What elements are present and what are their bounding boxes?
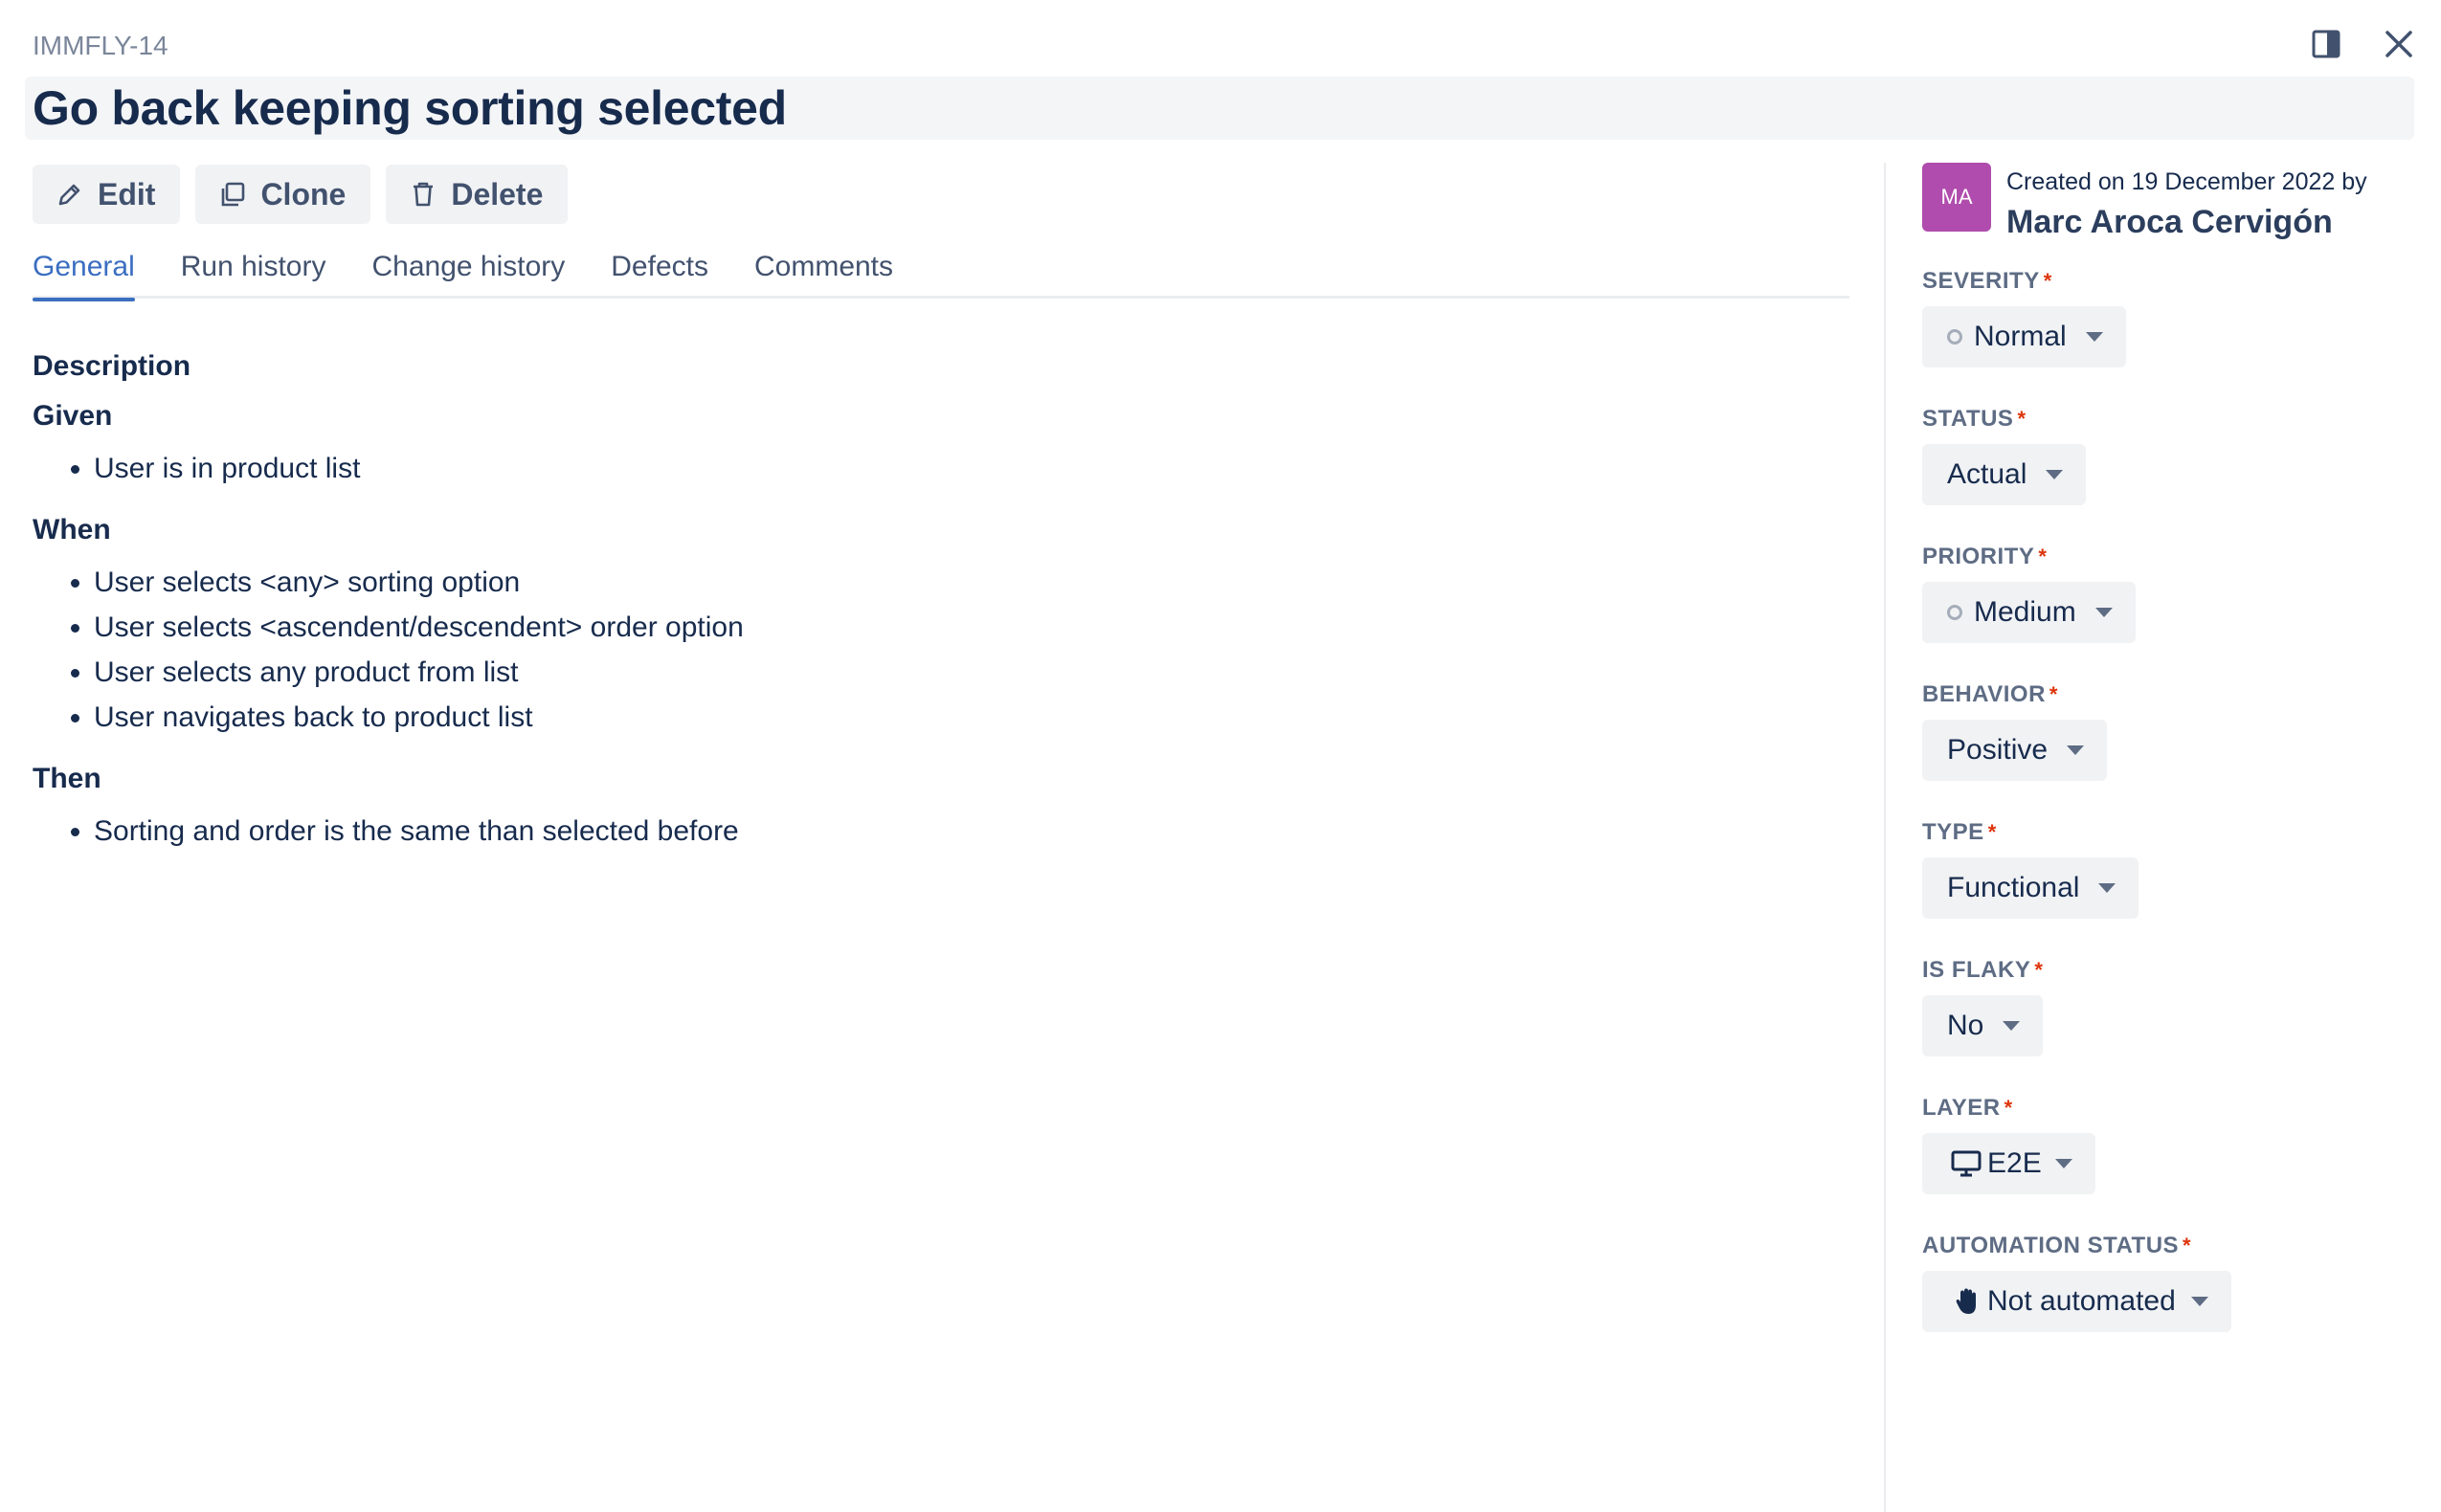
field-priority: PRIORITY * Medium bbox=[1922, 540, 2420, 678]
layer-dropdown[interactable]: E2E bbox=[1922, 1133, 2095, 1194]
trash-icon bbox=[409, 180, 437, 209]
layer-value: E2E bbox=[1987, 1147, 2042, 1179]
window-controls bbox=[2307, 25, 2418, 63]
issue-title: Go back keeping sorting selected bbox=[33, 81, 787, 135]
behavior-dropdown[interactable]: Positive bbox=[1922, 720, 2108, 781]
tab-run-history[interactable]: Run history bbox=[181, 247, 326, 299]
field-is-flaky: IS FLAKY * No bbox=[1922, 953, 2420, 1091]
chevron-down-icon bbox=[2003, 1021, 2021, 1031]
chevron-down-icon bbox=[2190, 1297, 2208, 1306]
then-list: Sorting and order is the same than selec… bbox=[33, 809, 1813, 854]
field-status: STATUS * Actual bbox=[1922, 402, 2420, 540]
automation-status-dropdown[interactable]: Not automated bbox=[1922, 1271, 2231, 1332]
field-automation-status: AUTOMATION STATUS * Not automated bbox=[1922, 1229, 2420, 1367]
required-marker: * bbox=[2017, 407, 2027, 431]
copy-icon bbox=[218, 180, 247, 209]
pencil-icon bbox=[56, 180, 84, 209]
circle-outline-icon bbox=[1947, 605, 1962, 620]
section-title-given: Given bbox=[33, 400, 113, 432]
created-date-text: Created on 19 December 2022 by bbox=[2006, 168, 2367, 195]
delete-button[interactable]: Delete bbox=[386, 165, 569, 224]
list-item: Sorting and order is the same than selec… bbox=[71, 809, 1813, 854]
avatar: MA bbox=[1922, 163, 1991, 232]
required-marker: * bbox=[2004, 1096, 2013, 1120]
monitor-icon bbox=[1951, 1149, 1982, 1178]
section-title-then: Then bbox=[33, 763, 101, 794]
clone-label: Clone bbox=[260, 176, 347, 211]
tab-bar: General Run history Change history Defec… bbox=[33, 247, 1849, 301]
is-flaky-dropdown[interactable]: No bbox=[1922, 995, 2044, 1056]
priority-dropdown[interactable]: Medium bbox=[1922, 582, 2136, 643]
edit-button[interactable]: Edit bbox=[33, 165, 181, 224]
priority-value: Medium bbox=[1974, 596, 2076, 628]
action-toolbar: Edit Clone Delete bbox=[33, 165, 569, 224]
field-label-is-flaky: IS FLAKY bbox=[1922, 957, 2031, 983]
panel-divider bbox=[1884, 163, 1886, 1512]
field-label-severity: SEVERITY bbox=[1922, 268, 2040, 294]
circle-outline-icon bbox=[1947, 329, 1962, 345]
status-value: Actual bbox=[1947, 458, 2027, 490]
behavior-value: Positive bbox=[1947, 734, 2049, 766]
required-marker: * bbox=[2183, 1234, 2192, 1257]
field-layer: LAYER * E2E bbox=[1922, 1091, 2420, 1229]
list-item: User selects <ascendent/descendent> orde… bbox=[71, 605, 1813, 650]
when-list: User selects <any> sorting option User s… bbox=[33, 560, 1813, 740]
field-severity: SEVERITY * Normal bbox=[1922, 264, 2420, 402]
type-value: Functional bbox=[1947, 872, 2080, 903]
required-marker: * bbox=[2049, 682, 2058, 706]
list-item: User selects any product from list bbox=[71, 650, 1813, 695]
chevron-down-icon bbox=[2046, 470, 2064, 479]
tab-comments[interactable]: Comments bbox=[754, 247, 893, 299]
field-label-layer: LAYER bbox=[1922, 1095, 2001, 1121]
given-list: User is in product list bbox=[33, 446, 1813, 491]
close-icon[interactable] bbox=[2380, 25, 2418, 63]
given-section: Given User is in product list bbox=[33, 400, 1813, 491]
automation-status-value: Not automated bbox=[1987, 1285, 2176, 1317]
section-title-when: When bbox=[33, 514, 111, 545]
required-marker: * bbox=[1987, 820, 1997, 844]
clone-button[interactable]: Clone bbox=[195, 165, 371, 224]
required-marker: * bbox=[2034, 958, 2044, 982]
field-label-status: STATUS bbox=[1922, 406, 2014, 432]
delete-label: Delete bbox=[451, 176, 544, 211]
list-item: User is in product list bbox=[71, 446, 1813, 491]
field-type: TYPE * Functional bbox=[1922, 815, 2420, 953]
chevron-down-icon bbox=[2098, 883, 2116, 893]
chevron-down-icon bbox=[2094, 608, 2113, 617]
field-label-priority: PRIORITY bbox=[1922, 544, 2035, 569]
required-marker: * bbox=[2043, 269, 2052, 293]
tab-defects[interactable]: Defects bbox=[611, 247, 708, 299]
details-sidebar: MA Created on 19 December 2022 by Marc A… bbox=[1922, 163, 2420, 1367]
sidebar-panel-icon[interactable] bbox=[2307, 25, 2345, 63]
description-panel: Description Given User is in product lis… bbox=[33, 350, 1813, 877]
chevron-down-icon bbox=[2067, 745, 2085, 755]
field-label-automation-status: AUTOMATION STATUS bbox=[1922, 1233, 2180, 1258]
is-flaky-value: No bbox=[1947, 1010, 1984, 1041]
field-label-type: TYPE bbox=[1922, 819, 1984, 845]
field-behavior: BEHAVIOR * Positive bbox=[1922, 678, 2420, 815]
tab-change-history[interactable]: Change history bbox=[371, 247, 565, 299]
chevron-down-icon bbox=[2085, 332, 2103, 342]
severity-dropdown[interactable]: Normal bbox=[1922, 306, 2126, 367]
issue-key: IMMFLY-14 bbox=[33, 31, 168, 60]
then-section: Then Sorting and order is the same than … bbox=[33, 763, 1813, 854]
when-section: When User selects <any> sorting option U… bbox=[33, 514, 1813, 740]
type-dropdown[interactable]: Functional bbox=[1922, 857, 2139, 919]
required-marker: * bbox=[2038, 545, 2048, 568]
list-item: User selects <any> sorting option bbox=[71, 560, 1813, 605]
creator-name[interactable]: Marc Aroca Cervigón bbox=[2006, 204, 2367, 241]
edit-label: Edit bbox=[98, 176, 156, 211]
severity-value: Normal bbox=[1974, 321, 2067, 352]
status-dropdown[interactable]: Actual bbox=[1922, 444, 2087, 505]
creator-info: MA Created on 19 December 2022 by Marc A… bbox=[1922, 163, 2420, 241]
list-item: User navigates back to product list bbox=[71, 695, 1813, 740]
title-bar[interactable]: Go back keeping sorting selected bbox=[25, 77, 2414, 140]
chevron-down-icon bbox=[2054, 1159, 2072, 1168]
field-label-behavior: BEHAVIOR bbox=[1922, 681, 2046, 707]
description-heading: Description bbox=[33, 350, 191, 382]
hand-icon bbox=[1955, 1287, 1980, 1316]
tab-general[interactable]: General bbox=[33, 247, 135, 301]
